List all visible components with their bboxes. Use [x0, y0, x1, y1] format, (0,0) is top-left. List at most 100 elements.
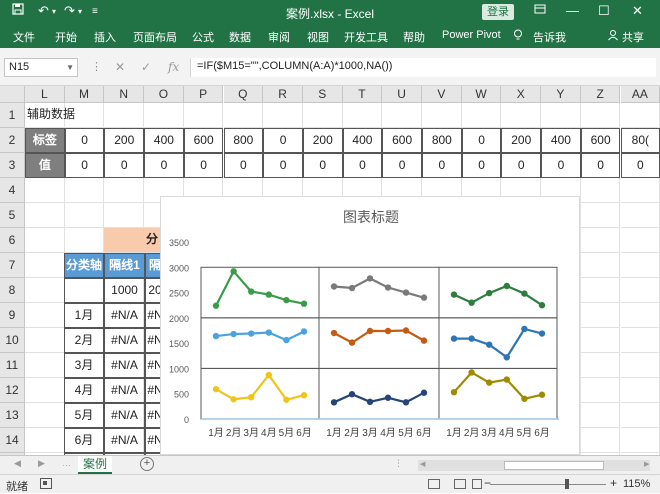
tab-page-layout[interactable]: 页面布局 [133, 29, 177, 45]
column-header[interactable]: AA [621, 86, 660, 103]
value-cell[interactable]: 0 [422, 153, 462, 178]
empty-cell[interactable] [621, 178, 660, 203]
column-header[interactable]: W [462, 86, 502, 103]
name-box[interactable]: N15 ▼ [4, 58, 78, 77]
column-header[interactable]: N [104, 86, 144, 103]
empty-cell[interactable] [581, 403, 621, 428]
empty-cell[interactable] [621, 103, 660, 128]
empty-cell[interactable] [422, 103, 462, 128]
empty-cell[interactable] [581, 178, 621, 203]
row-header[interactable]: 11 [0, 353, 25, 378]
label-cell[interactable]: 0 [65, 128, 105, 153]
row-header[interactable]: 3 [0, 153, 25, 178]
zoom-in-icon[interactable]: + [610, 476, 617, 490]
column-header[interactable]: V [422, 86, 462, 103]
empty-cell[interactable] [25, 178, 65, 203]
empty-cell[interactable] [621, 403, 660, 428]
plus-icon[interactable]: + [140, 457, 154, 471]
row-header[interactable]: 13 [0, 403, 25, 428]
value-cell[interactable]: 0 [303, 153, 343, 178]
table-cell[interactable]: 3月 [64, 353, 104, 378]
insert-function-button[interactable]: fx [168, 60, 179, 74]
empty-cell[interactable] [343, 103, 383, 128]
page-layout-view-icon[interactable] [454, 479, 466, 489]
empty-cell[interactable] [104, 178, 144, 203]
table-cell[interactable]: 1000 [104, 278, 145, 303]
row-header[interactable]: 1 [0, 103, 25, 128]
row-header[interactable]: 14 [0, 428, 25, 453]
value-cell[interactable]: 0 [104, 153, 144, 178]
empty-cell[interactable] [263, 103, 303, 128]
empty-cell[interactable] [104, 203, 144, 228]
empty-cell[interactable] [581, 278, 621, 303]
empty-cell[interactable] [462, 103, 502, 128]
value-cell[interactable]: 0 [621, 153, 660, 178]
table-cell[interactable]: 5月 [64, 403, 104, 428]
row-header[interactable]: 12 [0, 378, 25, 403]
empty-cell[interactable] [581, 328, 621, 353]
value-cell[interactable]: 0 [382, 153, 422, 178]
minimize-icon[interactable]: — [566, 3, 579, 18]
empty-cell[interactable] [25, 378, 65, 403]
scrollbar-thumb[interactable] [504, 461, 604, 470]
table-header-cell[interactable]: 隔线1 [104, 253, 145, 278]
page-break-view-icon[interactable] [472, 479, 482, 489]
login-button[interactable]: 登录 [482, 4, 514, 20]
table-cell[interactable]: #N/A [104, 328, 145, 353]
value-cell[interactable]: 0 [501, 153, 541, 178]
label-cell[interactable]: 200 [303, 128, 343, 153]
chevron-down-icon[interactable]: ▼ [66, 59, 74, 76]
close-icon[interactable]: ✕ [632, 3, 643, 19]
column-header[interactable]: M [65, 86, 105, 103]
tab-insert[interactable]: 插入 [94, 29, 116, 45]
empty-cell[interactable] [25, 278, 65, 303]
table-cell[interactable]: 1月 [64, 303, 104, 328]
share-button[interactable]: 共享 [622, 29, 644, 45]
column-header[interactable]: T [343, 86, 383, 103]
empty-cell[interactable] [25, 353, 65, 378]
macro-record-icon[interactable] [40, 478, 52, 492]
tab-formulas[interactable]: 公式 [192, 29, 214, 45]
value-cell[interactable]: 0 [224, 153, 264, 178]
tab-file[interactable]: 文件 [13, 29, 35, 45]
sheet-tab-active[interactable]: 案例 [78, 456, 112, 474]
row-header[interactable]: 6 [0, 228, 25, 253]
empty-cell[interactable] [581, 378, 621, 403]
label-cell[interactable]: 0 [263, 128, 303, 153]
enter-icon[interactable]: ✓ [141, 60, 151, 74]
empty-cell[interactable] [303, 103, 343, 128]
label-cell[interactable]: 800 [422, 128, 462, 153]
empty-cell[interactable] [25, 203, 65, 228]
empty-cell[interactable] [25, 428, 65, 453]
empty-cell[interactable] [25, 228, 65, 253]
label-cell[interactable]: 600 [581, 128, 621, 153]
empty-cell[interactable] [25, 328, 65, 353]
column-header[interactable]: L [25, 86, 65, 103]
empty-cell[interactable] [621, 203, 660, 228]
scroll-right-icon[interactable]: ▶ [644, 460, 649, 468]
empty-cell[interactable] [581, 303, 621, 328]
label-cell[interactable]: 0 [462, 128, 502, 153]
row-header[interactable]: 5 [0, 203, 25, 228]
empty-cell[interactable] [25, 403, 65, 428]
tab-home[interactable]: 开始 [55, 29, 77, 45]
empty-cell[interactable] [541, 103, 581, 128]
select-all-corner[interactable] [0, 86, 25, 103]
column-header[interactable]: X [501, 86, 541, 103]
zoom-slider[interactable] [490, 484, 606, 485]
value-cell[interactable]: 0 [581, 153, 621, 178]
table-cell[interactable]: #N/A [104, 403, 145, 428]
value-cell[interactable]: 0 [343, 153, 383, 178]
maximize-icon[interactable]: ☐ [598, 3, 610, 19]
column-header[interactable]: Z [581, 86, 621, 103]
empty-cell[interactable] [65, 178, 105, 203]
row-header[interactable]: 8 [0, 278, 25, 303]
table-cell[interactable]: #N/A [104, 428, 145, 453]
label-cell[interactable]: 600 [184, 128, 224, 153]
label-header-cell[interactable]: 标签 [25, 128, 65, 153]
empty-cell[interactable] [224, 103, 264, 128]
row-header[interactable]: 9 [0, 303, 25, 328]
label-cell[interactable]: 600 [382, 128, 422, 153]
empty-cell[interactable] [581, 428, 621, 453]
table-cell[interactable]: #N/A [104, 353, 145, 378]
